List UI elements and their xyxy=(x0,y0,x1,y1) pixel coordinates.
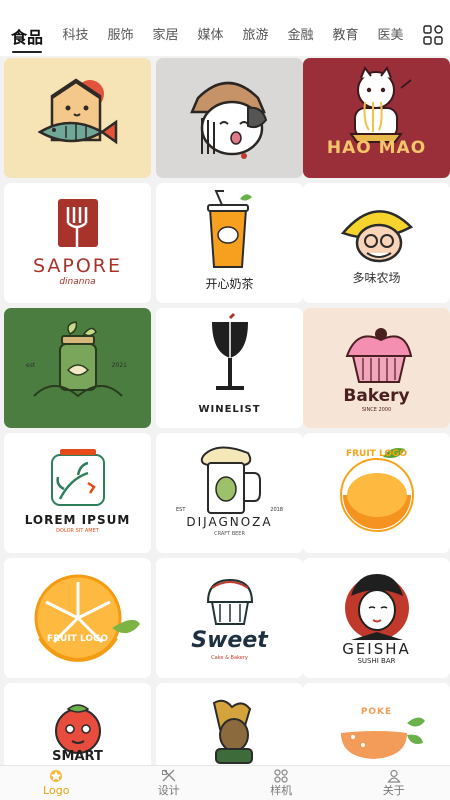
logo-card-fruit-slice[interactable]: FRUIT LOGO xyxy=(4,558,151,678)
herb-jar-icon xyxy=(51,449,105,506)
nav-logo-label: Logo xyxy=(43,784,70,797)
lucky-cat-illustration xyxy=(349,65,412,143)
logo-card-jar-leaves[interactable]: est 2021 xyxy=(4,308,151,428)
farmer-wheat-icon xyxy=(212,699,253,764)
logo-card-fruit-orange[interactable]: FRUIT LOGO xyxy=(303,433,450,553)
tab-tech[interactable]: 科技 xyxy=(53,24,98,43)
winelist-wordmark: WINELIST xyxy=(198,404,261,415)
fruit-logo-wordmark-2: FRUIT LOGO xyxy=(46,634,109,644)
nav-design-label: 设计 xyxy=(157,784,180,797)
nav-mockup[interactable]: 样机 xyxy=(225,766,338,800)
orange-slice-icon xyxy=(34,574,140,662)
lorem-wordmark: LOREM IPSUM xyxy=(24,513,131,527)
tab-home[interactable]: 家居 xyxy=(143,24,188,43)
logo-card-duowei-farm[interactable]: 多味农场 xyxy=(303,183,450,303)
bakery-since: SINCE 2000 xyxy=(361,407,392,413)
logo-card-winelist[interactable]: WINELIST xyxy=(156,308,303,428)
category-grid-icon[interactable] xyxy=(423,25,443,45)
dijagnoza-tagline: CRAFT BEER xyxy=(214,531,245,537)
logo-card-smart[interactable]: SMART xyxy=(4,683,151,765)
logo-card-sapore[interactable]: SAPORE dinanna xyxy=(4,183,151,303)
poke-bowl-icon xyxy=(341,717,425,759)
tab-media[interactable]: 媒体 xyxy=(188,24,233,43)
logo-card-poke[interactable]: POKE xyxy=(303,683,450,765)
cat-with-noodles-illustration xyxy=(190,81,268,159)
logo-card-cat-noodles[interactable] xyxy=(156,58,303,178)
est-label: est xyxy=(26,362,36,369)
lorem-tagline: DOLOR SIT AMET xyxy=(56,528,99,534)
tab-travel[interactable]: 旅游 xyxy=(233,24,278,43)
sapore-tagline: dinanna xyxy=(59,277,96,287)
geisha-wordmark: GEISHA xyxy=(342,640,411,658)
sapore-wordmark: SAPORE xyxy=(32,255,123,277)
nav-about[interactable]: 关于 xyxy=(338,766,450,800)
mockup-icon xyxy=(274,769,288,783)
about-icon xyxy=(387,769,401,783)
bottom-nav: Logo 设计 样机 关于 xyxy=(0,765,450,800)
logo-card-farmer-wheat[interactable] xyxy=(156,683,303,765)
hao-mao-wordmark: HAO MAO xyxy=(326,138,427,158)
nav-design[interactable]: 设计 xyxy=(113,766,226,800)
logo-card-lorem-ipsum[interactable]: LOREM IPSUM DOLOR SIT AMET xyxy=(4,433,151,553)
tab-medical-beauty[interactable]: 医美 xyxy=(368,24,413,43)
geisha-tagline: SUSHI BAR xyxy=(357,657,396,665)
logo-card-geisha[interactable]: GEISHA SUSHI BAR xyxy=(303,558,450,678)
nav-logo[interactable]: Logo xyxy=(0,766,113,800)
tab-apparel[interactable]: 服饰 xyxy=(98,24,143,43)
category-tab-bar: 食品 科技 服饰 家居 媒体 旅游 金融 教育 医美 xyxy=(0,0,450,56)
poke-wordmark: POKE xyxy=(360,707,393,717)
bakery-wordmark: Bakery xyxy=(343,386,410,406)
logo-card-sweet[interactable]: Sweet Cake & Bakery xyxy=(156,558,303,678)
logo-card-cat-fish[interactable] xyxy=(4,58,151,178)
kaixin-wordmark: 开心奶茶 xyxy=(205,277,254,291)
logo-card-dijagnoza[interactable]: EST 2018 DIJAGNOZA CRAFT BEER xyxy=(156,433,303,553)
logo-icon xyxy=(50,770,63,782)
nav-about-label: 关于 xyxy=(382,784,405,797)
nav-mockup-label: 样机 xyxy=(270,784,293,797)
year-label: 2021 xyxy=(111,362,127,369)
cat-fish-illustration xyxy=(37,78,118,145)
tab-food[interactable]: 食品 xyxy=(4,24,50,53)
logo-grid: HAO MAO SAPORE dinanna 开心奶茶 多味农场 est 202… xyxy=(0,56,450,765)
dijagnoza-wordmark: DIJAGNOZA xyxy=(186,515,273,529)
logo-card-bakery[interactable]: Bakery SINCE 2000 xyxy=(303,308,450,428)
logo-card-kaixin-milk-tea[interactable]: 开心奶茶 xyxy=(156,183,303,303)
logo-card-hao-mao[interactable]: HAO MAO xyxy=(303,58,450,178)
dijagnoza-year: 2018 xyxy=(270,507,283,513)
tab-education[interactable]: 教育 xyxy=(323,24,368,43)
sweet-wordmark: Sweet xyxy=(191,628,268,653)
dijagnoza-est: EST xyxy=(176,507,186,513)
tab-finance[interactable]: 金融 xyxy=(278,24,323,43)
smart-wordmark: SMART xyxy=(52,749,103,764)
design-icon xyxy=(161,769,176,782)
fruit-logo-wordmark-1: FRUIT LOGO xyxy=(345,449,408,459)
duowei-wordmark: 多味农场 xyxy=(352,271,401,285)
sweet-tagline: Cake & Bakery xyxy=(211,655,248,661)
